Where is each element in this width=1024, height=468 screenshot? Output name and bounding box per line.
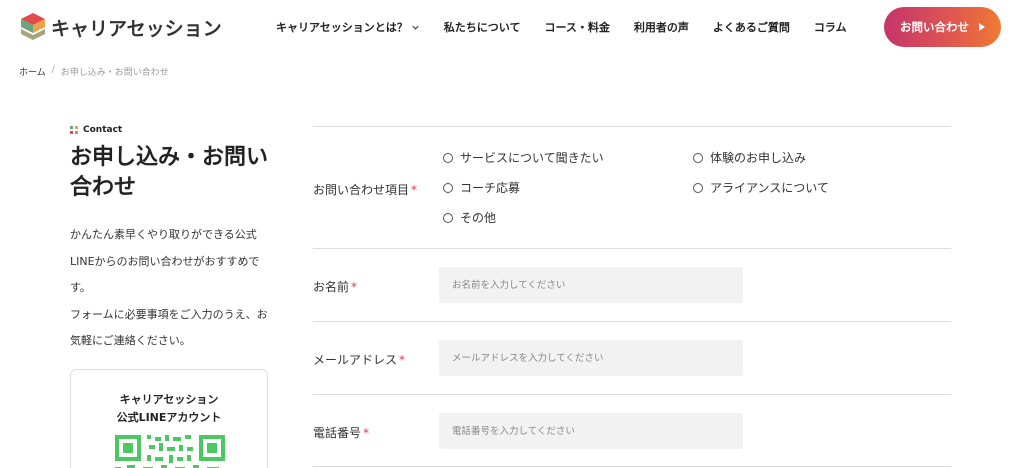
form-row-email: メールアドレス * [313,321,951,394]
radio-button[interactable] [693,152,703,163]
email-label: メールアドレス * [313,351,405,368]
nav-item-label: キャリアセッションとは？ [276,21,408,34]
intro-paragraph: フォームに必要事項をご入力のうえ、お気軽にご連絡ください。 [70,307,268,348]
name-input[interactable] [439,267,743,303]
required-mark: * [411,183,418,197]
radio-option[interactable]: コーチ応募 [443,179,520,196]
breadcrumb-separator: / [51,65,55,75]
nav-item-courses[interactable]: コース・料金 [544,19,609,35]
section-tag-label: Contact [83,125,123,135]
play-arrow-icon [979,23,985,31]
radio-button[interactable] [443,152,453,163]
logo-icon [21,13,45,40]
nav-item-label: コース・料金 [544,21,610,34]
radio-option[interactable]: サービスについて聞きたい [443,149,604,166]
name-label: お名前 * [313,278,357,295]
phone-label: 電話番号 * [313,424,369,441]
radio-option-label: サービスについて聞きたい [460,151,604,165]
nav-item-column[interactable]: コラム [814,19,847,35]
radio-option[interactable]: 体験のお申し込み [693,149,806,166]
radio-button[interactable] [693,182,703,193]
site-header: キャリアセッション キャリアセッションとは？ 私たちについて コース・料金 利用… [0,0,1024,56]
nav-item-label: 利用者の声 [633,21,689,34]
radio-option-label: その他 [460,211,497,225]
email-input[interactable] [439,340,743,376]
phone-label-text: 電話番号 [313,426,362,440]
chevron-down-icon [412,25,419,30]
line-card-title-line: キャリアセッション [119,393,219,406]
radio-button[interactable] [443,212,453,223]
main-nav: キャリアセッションとは？ 私たちについて コース・料金 利用者の声 よくあるご質… [276,19,871,35]
nav-item-label: よくあるご質問 [712,21,790,34]
line-card-title-line: 公式LINEアカウント [116,411,222,424]
logo[interactable]: キャリアセッション [19,12,222,42]
line-card-title: キャリアセッション 公式LINEアカウント [71,391,267,427]
contact-form: お問い合わせ項目 * サービスについて聞きたい 体験のお申し込み コーチ応募 アラ… [313,126,951,467]
radio-option[interactable]: その他 [443,209,496,226]
radio-button[interactable] [443,182,453,193]
breadcrumb-current: お申し込み・お問い合わせ [60,68,169,78]
nav-item-about-service[interactable]: キャリアセッションとは？ [276,19,420,35]
line-account-card: キャリアセッション 公式LINEアカウント [70,369,268,468]
form-row-inquiry: お問い合わせ項目 * サービスについて聞きたい 体験のお申し込み コーチ応募 アラ… [313,126,951,248]
dots-icon [70,126,78,134]
nav-item-label: 私たちについて [443,21,521,34]
breadcrumb: ホーム / お申し込み・お問い合わせ [19,65,169,78]
intro-text: かんたん素早くやり取りができる公式LINEからのお問い合わせがおすすめです。 フ… [70,222,270,355]
page-title: お申し込み・お問い合わせ [70,145,269,200]
section-tag: Contact [70,125,122,135]
qr-code-icon[interactable] [115,435,225,468]
logo-text: キャリアセッション [51,17,222,40]
name-label-text: お名前 [313,280,350,294]
form-row-name: お名前 * [313,248,951,321]
radio-option-label: アライアンスについて [710,181,829,195]
nav-item-testimonials[interactable]: 利用者の声 [634,19,689,35]
nav-item-label: コラム [813,21,847,34]
intro-paragraph: かんたん素早くやり取りができる公式LINEからのお問い合わせがおすすめです。 [70,228,260,294]
phone-input[interactable] [439,413,743,449]
radio-option-label: 体験のお申し込み [710,151,807,165]
radio-option-label: コーチ応募 [460,181,521,195]
required-mark: * [363,426,370,440]
inquiry-label-text: お問い合わせ項目 [313,183,410,197]
nav-item-faq[interactable]: よくあるご質問 [713,19,790,35]
contact-button[interactable]: お問い合わせ [884,7,1001,47]
required-mark: * [399,353,406,367]
required-mark: * [351,280,358,294]
email-label-text: メールアドレス [313,353,398,367]
form-row-phone: 電話番号 * [313,394,951,467]
radio-option[interactable]: アライアンスについて [693,179,829,196]
inquiry-label: お問い合わせ項目 * [313,181,417,198]
contact-button-label: お問い合わせ [900,20,969,34]
nav-item-about-us[interactable]: 私たちについて [444,19,521,35]
breadcrumb-home[interactable]: ホーム [19,65,46,78]
